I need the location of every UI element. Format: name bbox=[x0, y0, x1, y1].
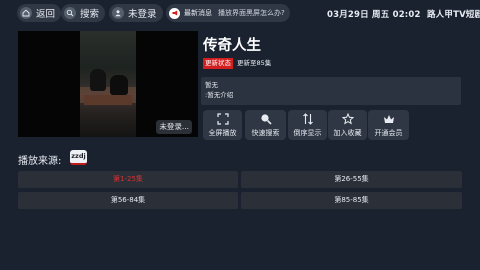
user-icon bbox=[112, 7, 124, 19]
quick-search-button[interactable]: 快速搜索 bbox=[245, 110, 286, 140]
video-player[interactable]: 未登录... bbox=[18, 31, 198, 137]
news-tag: 最新消息 bbox=[184, 9, 212, 17]
source-label: 播放来源: bbox=[18, 156, 62, 167]
video-frame bbox=[80, 31, 136, 137]
fullscreen-play-label: 全屏播放 bbox=[208, 129, 237, 137]
login-button[interactable]: 未登录 bbox=[109, 4, 163, 22]
search-label: 搜索 bbox=[80, 9, 100, 20]
back-label: 返回 bbox=[36, 9, 56, 20]
clock-and-app-name: 03月29日 周五 02:02 路人甲TV短剧 bbox=[327, 8, 480, 20]
episode-range-button[interactable]: 第26-55集 bbox=[241, 171, 462, 188]
megaphone-icon bbox=[169, 7, 180, 19]
vip-icon bbox=[383, 113, 395, 125]
star-icon bbox=[341, 113, 354, 125]
sort-icon bbox=[302, 113, 314, 125]
show-title: 传奇人生 bbox=[203, 38, 261, 54]
add-favorite-button[interactable]: 加入收藏 bbox=[328, 110, 367, 140]
news-message: 播放界面黑屏怎么办? bbox=[218, 9, 285, 17]
fullscreen-play-button[interactable]: 全屏播放 bbox=[203, 110, 242, 140]
fullscreen-icon bbox=[216, 113, 229, 125]
add-favorite-label: 加入收藏 bbox=[333, 129, 362, 137]
app-name: 路人甲TV短剧 bbox=[426, 10, 480, 20]
episode-range-button[interactable]: 第56-84集 bbox=[18, 192, 238, 209]
update-progress: 更新至85集 bbox=[237, 59, 272, 67]
back-button[interactable]: 返回 bbox=[17, 4, 62, 22]
player-login-hint: 未登录... bbox=[156, 120, 192, 134]
search-icon bbox=[260, 113, 272, 125]
clock: 03月29日 周五 02:02 bbox=[327, 10, 421, 20]
search-icon bbox=[64, 7, 76, 19]
episode-range-button[interactable]: 第85-85集 bbox=[241, 192, 462, 209]
home-icon bbox=[20, 7, 32, 19]
source-option-zzdj[interactable]: zzdj bbox=[70, 150, 87, 165]
login-label: 未登录 bbox=[128, 9, 157, 20]
description-line-1: 暂无 bbox=[205, 81, 218, 89]
description-line-2: :暂无介绍 bbox=[205, 91, 234, 99]
reverse-order-button[interactable]: 倒序显示 bbox=[288, 110, 327, 140]
news-ticker[interactable]: 最新消息 播放界面黑屏怎么办? bbox=[166, 4, 290, 22]
vip-membership-label: 开通会员 bbox=[374, 129, 403, 137]
episode-range-button[interactable]: 第1-25集 bbox=[18, 171, 238, 188]
status-badge: 更新状态 bbox=[203, 58, 233, 69]
vip-membership-button[interactable]: 开通会员 bbox=[368, 110, 409, 140]
quick-search-label: 快速搜索 bbox=[251, 129, 280, 137]
description-panel: 暂无 :暂无介绍 bbox=[201, 77, 461, 105]
search-button[interactable]: 搜索 bbox=[61, 4, 106, 22]
reverse-order-label: 倒序显示 bbox=[293, 129, 322, 137]
top-bar: 返回 搜索 未登录 最新消息 播放界面黑屏怎么办? 03月29日 周五 02:0… bbox=[0, 0, 480, 26]
